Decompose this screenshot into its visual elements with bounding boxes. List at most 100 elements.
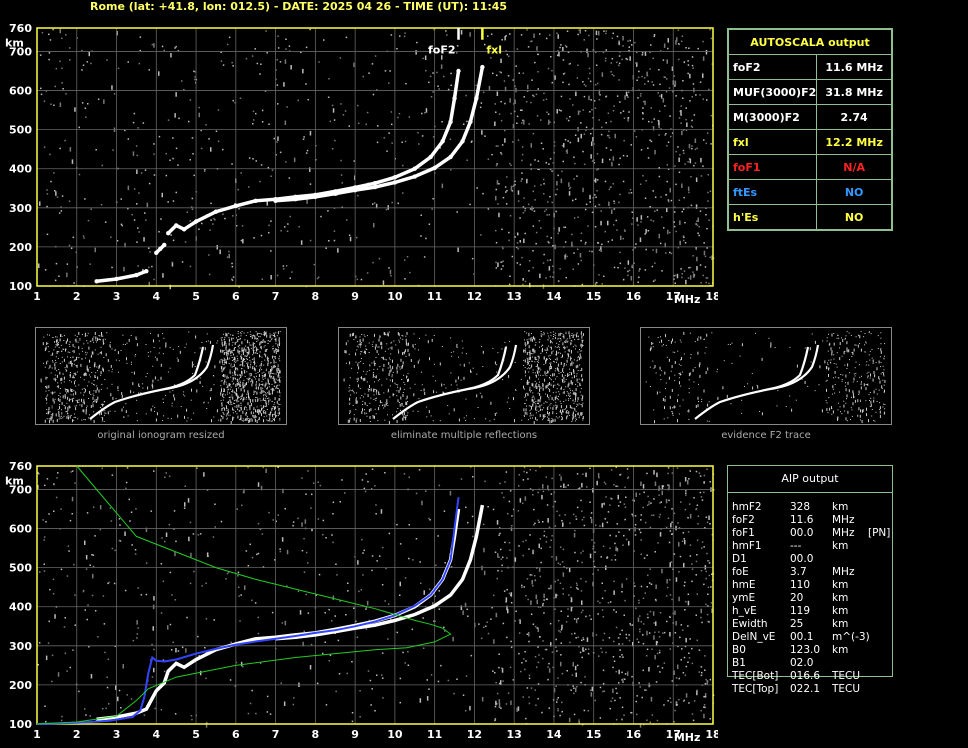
y-tick-label: 100 <box>9 280 32 293</box>
aip-param-unit: km <box>832 579 849 591</box>
marker-fxl-label: fxl <box>486 43 502 56</box>
autoscala-row: foF2 11.6 MHz <box>727 54 892 80</box>
aip-param-unit: TECU <box>832 670 861 682</box>
x-tick-label: 11 <box>427 290 442 303</box>
x-tick-label: 14 <box>546 290 562 303</box>
trace-series-2 <box>166 68 461 236</box>
autoscala-label: fxl <box>727 129 818 155</box>
aip-param-unit: MHz <box>832 566 855 578</box>
page-title: Rome (lat: +41.8, lon: 012.5) - DATE: 20… <box>90 0 508 13</box>
aip-param-value: 3.7 <box>790 566 807 578</box>
trace-path <box>166 70 461 235</box>
x-tick-label: 10 <box>387 290 403 303</box>
thumbnail-eliminate-reflections <box>338 327 590 425</box>
aip-title: AIP output <box>728 466 892 493</box>
aip-param-unit: km <box>832 540 849 552</box>
x-tick-label: 8 <box>312 728 320 741</box>
aip-param-name: B1 <box>732 657 746 669</box>
aip-param-name: h_vE <box>732 605 757 617</box>
aip-param-unit: km <box>832 592 849 604</box>
aip-param-flag: [PN] <box>868 527 891 539</box>
noise-texture <box>38 28 715 290</box>
aip-param-name: foF2 <box>732 514 755 526</box>
autoscala-row: h'Es NO <box>727 204 892 230</box>
x-tick-label: 5 <box>192 728 200 741</box>
autoscala-row: ftEs NO <box>727 179 892 205</box>
autoscala-label: h'Es <box>727 204 818 230</box>
autoscala-value: 31.8 MHz <box>816 79 892 105</box>
x-tick-label: 16 <box>626 728 642 741</box>
aip-param-unit: m^(-3) <box>832 631 870 643</box>
x-tick-label: 2 <box>73 728 81 741</box>
x-tick-label: 13 <box>507 290 522 303</box>
autoscala-value: 11.6 MHz <box>816 54 892 80</box>
x-tick-label: 7 <box>272 290 280 303</box>
autoscala-row: fxl 12.2 MHz <box>727 129 892 155</box>
aip-param-value: 022.1 <box>790 683 821 695</box>
autoscala-output-panel: AUTOSCALA output foF2 11.6 MHz MUF(3000)F2… <box>727 28 893 231</box>
autoscala-label: foF2 <box>727 54 818 80</box>
x-axis-unit-label: MHz <box>674 293 701 306</box>
trace-path <box>155 243 166 255</box>
y-tick-label: 300 <box>9 202 32 215</box>
x-tick-label: 3 <box>113 728 121 741</box>
x-tick-label: 14 <box>546 728 562 741</box>
aip-param-name: TEC[Bot] <box>732 670 779 682</box>
x-tick-label: 1 <box>33 728 41 741</box>
thumbnail-caption: evidence F2 trace <box>721 430 811 441</box>
x-tick-label: 11 <box>427 728 442 741</box>
y-tick-label: 760 <box>9 460 32 473</box>
y-tick-label: 400 <box>9 163 32 176</box>
autoscala-value: N/A <box>816 154 892 180</box>
autoscala-row: MUF(3000)F2 31.8 MHz <box>727 79 892 105</box>
x-tick-label: 1 <box>33 290 41 303</box>
autoscala-label: foF1 <box>727 154 818 180</box>
autoscala-value: NO <box>816 204 892 230</box>
aip-param-name: hmF1 <box>732 540 762 552</box>
y-axis-unit-label: km <box>5 474 24 487</box>
aip-param-name: B0 <box>732 644 746 656</box>
aip-param-value: 119 <box>790 605 811 617</box>
x-tick-label: 8 <box>312 290 320 303</box>
aip-param-value: 00.1 <box>790 631 814 643</box>
autoscala-value: NO <box>816 179 892 205</box>
marker-foF2-label: foF2 <box>428 43 456 56</box>
aip-param-unit: TECU <box>832 683 861 695</box>
aip-param-unit: km <box>832 501 849 513</box>
aip-param-value: 110 <box>790 579 811 591</box>
aip-param-name: DelN_vE <box>732 631 776 643</box>
autoscala-row: foF1 N/A <box>727 154 892 180</box>
grid-lines <box>36 465 714 725</box>
y-axis-unit-label: km <box>5 36 24 49</box>
trace-series-0 <box>94 268 149 284</box>
x-tick-label: 12 <box>467 728 482 741</box>
x-tick-label: 18 <box>705 728 718 741</box>
x-tick-label: 18 <box>705 290 718 303</box>
aip-param-unit: MHz <box>832 514 855 526</box>
x-tick-label: 4 <box>152 290 160 303</box>
x-tick-label: 7 <box>272 728 280 741</box>
autoscala-value: 2.74 <box>816 104 892 130</box>
aip-param-name: Ewidth <box>732 618 768 630</box>
aip-param-value: 02.0 <box>790 657 814 669</box>
aip-param-value: 00.0 <box>790 527 814 539</box>
y-tick-label: 100 <box>9 718 32 731</box>
aip-param-value: 123.0 <box>790 644 821 656</box>
x-tick-label: 5 <box>192 290 200 303</box>
x-tick-label: 9 <box>351 290 359 303</box>
aip-param-name: hmE <box>732 579 756 591</box>
aip-param-value: 328 <box>790 501 811 513</box>
ionogram-chart: 1 2 3 4 5 6 7 8 9 10 11 12 13 14 15 16 17 18MHz1002003004… <box>5 22 718 306</box>
y-tick-label: 200 <box>9 241 32 254</box>
x-tick-label: 15 <box>586 728 601 741</box>
x-tick-label: 10 <box>387 728 403 741</box>
thumbnail-f2-trace <box>640 327 892 425</box>
aip-param-unit: MHz <box>832 527 855 539</box>
y-tick-label: 500 <box>9 124 32 137</box>
autoscala-row: M(3000)F2 2.74 <box>727 104 892 130</box>
aip-param-unit: km <box>832 605 849 617</box>
aip-param-name: ymE <box>732 592 756 604</box>
x-tick-label: 3 <box>113 290 121 303</box>
x-tick-label: 15 <box>586 290 601 303</box>
autoscala-value: 12.2 MHz <box>816 129 892 155</box>
